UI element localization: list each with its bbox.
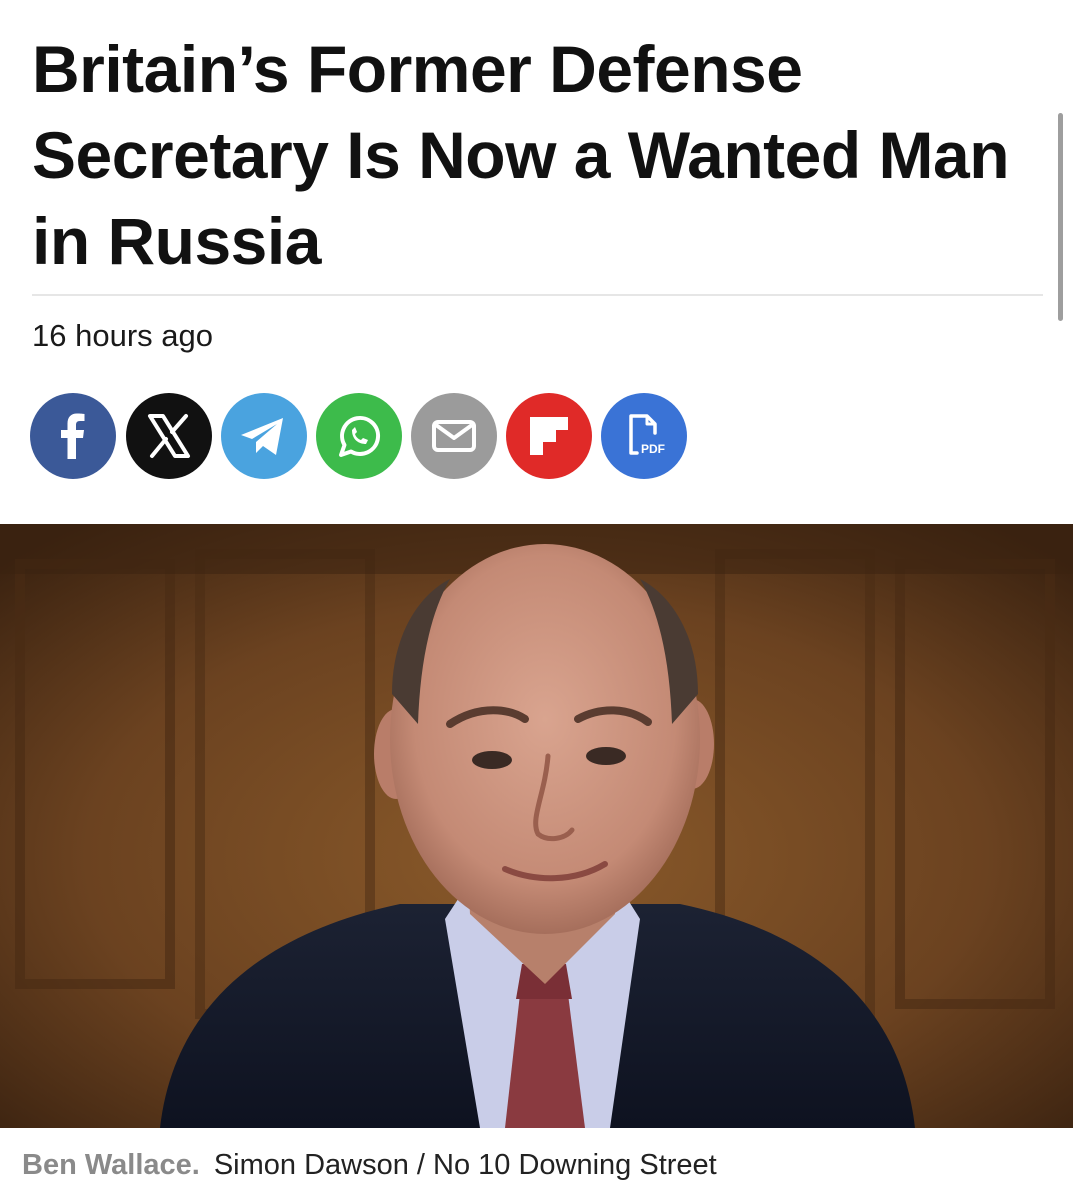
article-photo: [0, 524, 1073, 1128]
scrollbar[interactable]: [1058, 113, 1063, 321]
pdf-download-button[interactable]: PDF: [601, 393, 687, 479]
divider: [32, 294, 1043, 296]
email-icon: [432, 420, 476, 452]
facebook-share-button[interactable]: [30, 393, 116, 479]
article-headline: Britain’s Former Defense Secretary Is No…: [32, 32, 1010, 278]
x-share-button[interactable]: [126, 393, 212, 479]
article-timestamp: 16 hours ago: [32, 318, 213, 353]
caption-credit: Simon Dawson / No 10 Downing Street: [213, 1149, 717, 1181]
email-share-button[interactable]: [411, 393, 497, 479]
x-icon: [148, 414, 190, 458]
telegram-share-button[interactable]: [221, 393, 307, 479]
facebook-icon: [61, 413, 85, 459]
telegram-icon: [241, 418, 283, 455]
flipboard-share-button[interactable]: [506, 393, 592, 479]
caption-subject: Ben Wallace.: [22, 1149, 200, 1181]
photo-caption: Ben Wallace. Simon Dawson / No 10 Downing…: [22, 1149, 717, 1182]
whatsapp-share-button[interactable]: [316, 393, 402, 479]
flipboard-icon: [530, 417, 568, 455]
whatsapp-icon: [339, 415, 381, 457]
pdf-icon: PDF: [629, 414, 665, 456]
pdf-label: PDF: [641, 442, 665, 456]
